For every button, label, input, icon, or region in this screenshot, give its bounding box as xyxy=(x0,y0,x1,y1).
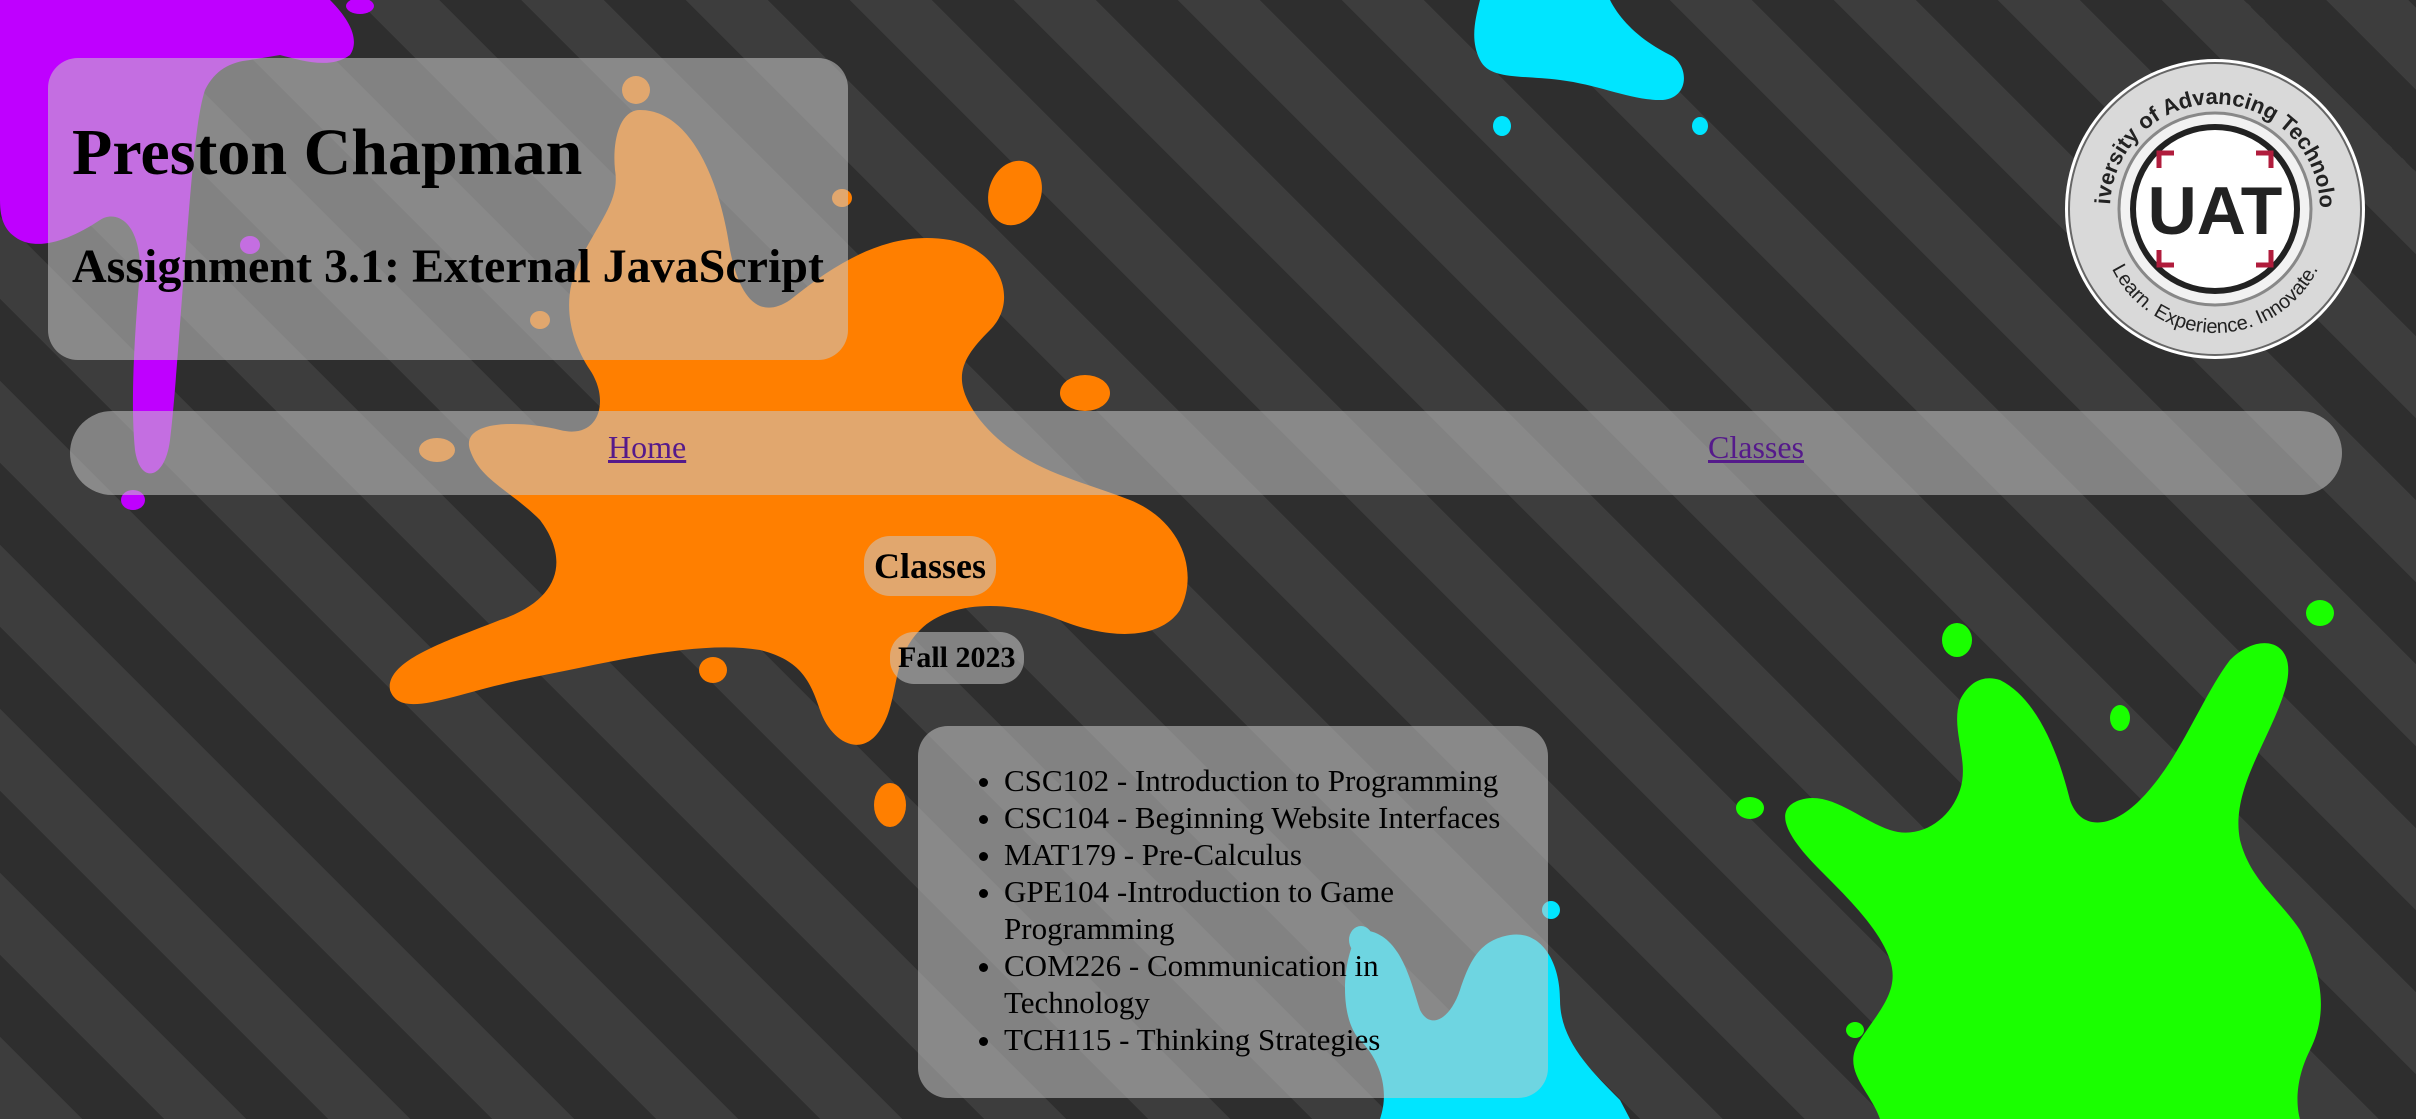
cyan-splatter-top xyxy=(1474,0,1708,136)
green-splatter xyxy=(1736,600,2334,1119)
list-item: CSC104 - Beginning Website Interfaces xyxy=(1004,799,1524,836)
list-item: MAT179 - Pre-Calculus xyxy=(1004,836,1524,873)
nav-link-classes[interactable]: Classes xyxy=(1708,429,1804,466)
uat-logo: University of Advancing Technology Learn… xyxy=(2064,58,2365,359)
logo-center-text: UAT xyxy=(2148,173,2283,249)
student-name-heading: Preston Chapman xyxy=(72,116,583,189)
course-list-panel: CSC102 - Introduction to Programming CSC… xyxy=(918,726,1548,1098)
assignment-heading: Assignment 3.1: External JavaScript xyxy=(72,240,824,293)
main-nav: Home Classes xyxy=(70,411,2342,495)
list-item: CSC102 - Introduction to Programming xyxy=(1004,762,1524,799)
list-item: COM226 - Communication in Technology xyxy=(1004,947,1524,1021)
page-title: Classes xyxy=(864,536,997,596)
course-list: CSC102 - Introduction to Programming CSC… xyxy=(1004,762,1524,1058)
term-heading: Fall 2023 xyxy=(890,632,1024,684)
header-panel: Preston Chapman Assignment 3.1: External… xyxy=(48,58,848,360)
list-item: TCH115 - Thinking Strategies xyxy=(1004,1021,1524,1058)
list-item: GPE104 -Introduction to Game Programming xyxy=(1004,873,1524,947)
nav-link-home[interactable]: Home xyxy=(608,429,686,466)
